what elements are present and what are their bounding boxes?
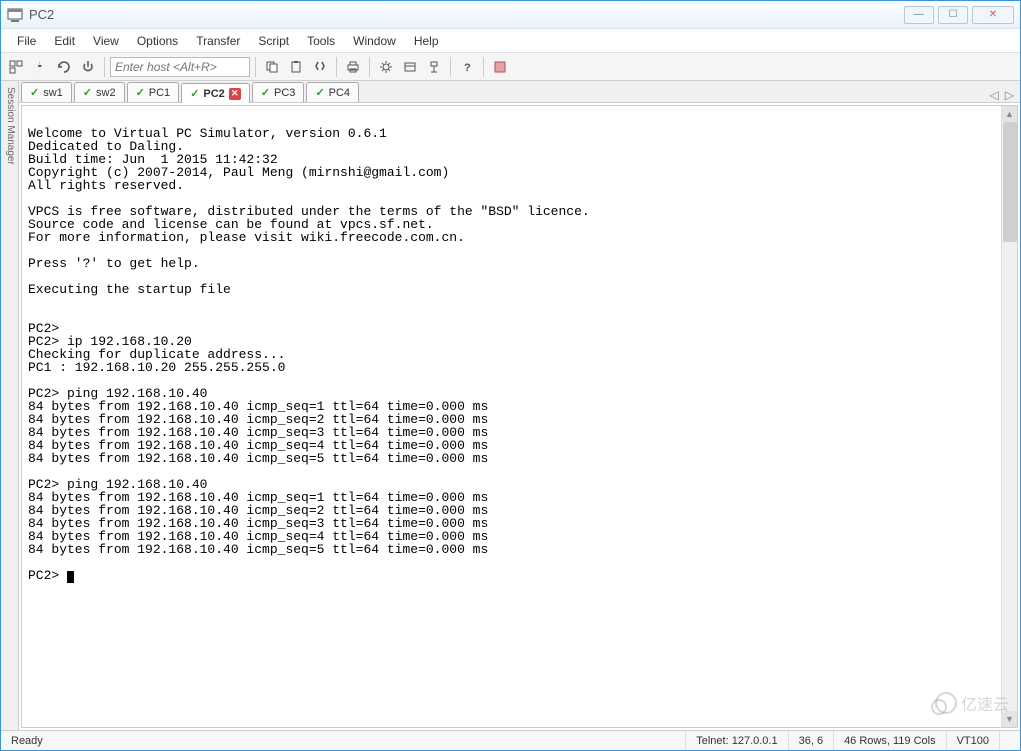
terminal[interactable]: Welcome to Virtual PC Simulator, version…	[22, 106, 1017, 591]
find-icon[interactable]	[309, 56, 331, 78]
quick-connect-icon[interactable]	[29, 56, 51, 78]
tab-label: sw2	[96, 87, 116, 99]
menu-help[interactable]: Help	[406, 31, 447, 51]
terminal-cursor	[67, 571, 74, 583]
scroll-thumb[interactable]	[1003, 122, 1017, 242]
session-options-icon[interactable]	[399, 56, 421, 78]
copy-icon[interactable]	[261, 56, 283, 78]
status-pad	[1000, 731, 1020, 750]
toolbar-sep	[104, 57, 105, 77]
scrollbar[interactable]: ▲ ▼	[1001, 106, 1017, 727]
main-area: Session Manager ✓ sw1 ✓ sw2 ✓ PC1 ✓ PC2 ✕ ✓ PC…	[1, 81, 1020, 730]
scroll-up-icon[interactable]: ▲	[1002, 106, 1017, 122]
check-icon: ✓	[30, 86, 39, 99]
toolbar-sep	[450, 57, 451, 77]
close-tab-icon[interactable]: ✕	[229, 88, 241, 100]
menu-view[interactable]: View	[85, 31, 127, 51]
reconnect-icon[interactable]	[53, 56, 75, 78]
window-title: PC2	[29, 7, 904, 22]
host-input[interactable]	[110, 57, 250, 77]
tab-pc4[interactable]: ✓ PC4	[306, 82, 359, 102]
terminal-wrapper: Welcome to Virtual PC Simulator, version…	[21, 105, 1018, 728]
status-cursor-pos: 36, 6	[789, 731, 834, 750]
status-emulation: VT100	[947, 731, 1000, 750]
tab-prev-icon[interactable]: ◁	[990, 88, 999, 102]
menu-script[interactable]: Script	[250, 31, 297, 51]
tab-sw2[interactable]: ✓ sw2	[74, 82, 125, 102]
print-icon[interactable]	[342, 56, 364, 78]
toolbar: ?	[1, 53, 1020, 81]
status-dimensions: 46 Rows, 119 Cols	[834, 731, 947, 750]
window-controls: ― ☐ ✕	[904, 6, 1014, 24]
svg-text:?: ?	[464, 62, 471, 74]
menu-tools[interactable]: Tools	[299, 31, 343, 51]
status-ready: Ready	[1, 731, 686, 750]
menu-transfer[interactable]: Transfer	[188, 31, 248, 51]
maximize-button[interactable]: ☐	[938, 6, 968, 24]
minimize-button[interactable]: ―	[904, 6, 934, 24]
session-manager-icon[interactable]	[5, 56, 27, 78]
tab-label: PC3	[274, 87, 295, 99]
toolbar-sep	[336, 57, 337, 77]
tab-pc3[interactable]: ✓ PC3	[252, 82, 305, 102]
titlebar[interactable]: PC2 ― ☐ ✕	[1, 1, 1020, 29]
tab-pc2[interactable]: ✓ PC2 ✕	[181, 83, 250, 103]
menu-file[interactable]: File	[9, 31, 44, 51]
help-icon[interactable]: ?	[456, 56, 478, 78]
app-window: PC2 ― ☐ ✕ File Edit View Options Transfe…	[0, 0, 1021, 751]
menu-window[interactable]: Window	[345, 31, 404, 51]
disconnect-icon[interactable]	[77, 56, 99, 78]
extra-tool-icon[interactable]	[489, 56, 511, 78]
app-icon	[7, 7, 23, 23]
status-connection: Telnet: 127.0.0.1	[686, 731, 788, 750]
content-area: ✓ sw1 ✓ sw2 ✓ PC1 ✓ PC2 ✕ ✓ PC3 ✓ PC4 ◁ ▷ Welco…	[19, 81, 1020, 730]
tab-next-icon[interactable]: ▷	[1005, 88, 1014, 102]
tab-label: PC4	[329, 87, 350, 99]
tab-label: sw1	[43, 87, 63, 99]
statusbar: Ready Telnet: 127.0.0.1 36, 6 46 Rows, 1…	[1, 730, 1020, 750]
menu-edit[interactable]: Edit	[46, 31, 83, 51]
tab-pc1[interactable]: ✓ PC1	[127, 82, 180, 102]
check-icon: ✓	[261, 86, 270, 99]
session-manager-tab[interactable]: Session Manager	[1, 81, 19, 730]
close-button[interactable]: ✕	[972, 6, 1014, 24]
tab-label: PC1	[149, 87, 170, 99]
tab-label: PC2	[203, 88, 224, 100]
scroll-down-icon[interactable]: ▼	[1002, 711, 1017, 727]
toolbar-sep	[483, 57, 484, 77]
menu-options[interactable]: Options	[129, 31, 186, 51]
check-icon: ✓	[136, 86, 145, 99]
check-icon: ✓	[190, 87, 199, 100]
paste-icon[interactable]	[285, 56, 307, 78]
menubar: File Edit View Options Transfer Script T…	[1, 29, 1020, 53]
tab-nav: ◁ ▷	[984, 88, 1020, 102]
keymap-icon[interactable]	[423, 56, 445, 78]
toolbar-sep	[369, 57, 370, 77]
check-icon: ✓	[83, 86, 92, 99]
check-icon: ✓	[315, 86, 324, 99]
tabbar: ✓ sw1 ✓ sw2 ✓ PC1 ✓ PC2 ✕ ✓ PC3 ✓ PC4 ◁ ▷	[19, 81, 1020, 103]
options-icon[interactable]	[375, 56, 397, 78]
tab-sw1[interactable]: ✓ sw1	[21, 82, 72, 102]
toolbar-sep	[255, 57, 256, 77]
